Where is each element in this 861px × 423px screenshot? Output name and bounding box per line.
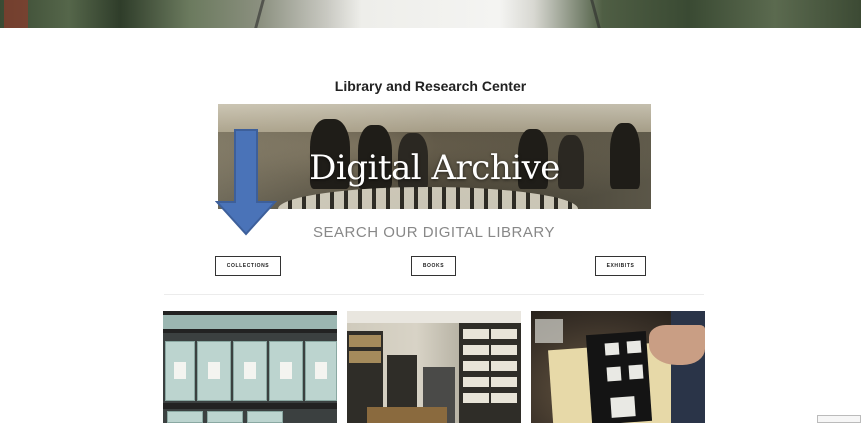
books-image-tile[interactable] — [347, 311, 521, 423]
page-title: Library and Research Center — [334, 78, 527, 94]
books-button[interactable]: BOOKS — [411, 256, 456, 276]
search-heading: SEARCH OUR DIGITAL LIBRARY — [313, 224, 555, 241]
corner-badge — [817, 415, 861, 423]
arrow-down-icon — [215, 129, 277, 236]
banner-title: Digital Archive — [309, 148, 560, 188]
section-divider — [164, 294, 704, 295]
exhibits-image-tile[interactable] — [531, 311, 705, 423]
exhibits-button[interactable]: EXHIBITS — [595, 256, 646, 276]
hero-image-strip — [0, 0, 861, 28]
digital-archive-banner[interactable]: Digital Archive — [218, 104, 651, 209]
collections-image-tile[interactable] — [163, 311, 337, 423]
collections-button[interactable]: COLLECTIONS — [215, 256, 281, 276]
